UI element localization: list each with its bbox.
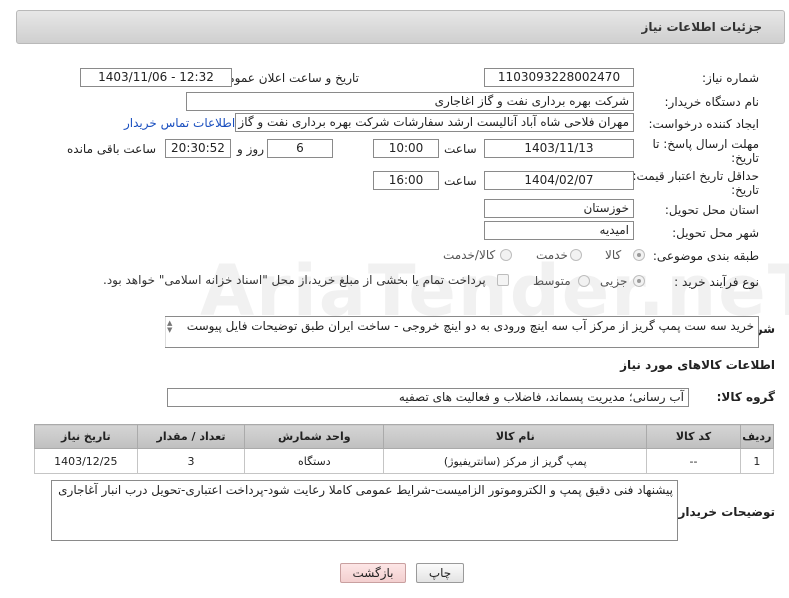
creator-field: مهران فلاحی شاه آباد آنالیست ارشد سفارشا… — [235, 113, 634, 132]
purchase-option-medium: متوسط — [533, 274, 571, 288]
validity-date-field: 1404/02/07 — [484, 171, 634, 190]
purchase-radio-medium[interactable] — [578, 275, 590, 287]
col-qty: تعداد / مقدار — [136, 424, 246, 449]
col-row: ردیف — [739, 424, 775, 449]
deadline-label-date: تاریخ: — [731, 151, 759, 165]
days-remaining-field: 6 — [267, 139, 333, 158]
creator-label: ایجاد کننده درخواست: — [648, 117, 759, 131]
need-number-label: شماره نیاز: — [702, 71, 759, 85]
scroll-down-icon[interactable]: ▼ — [167, 326, 172, 334]
days-label: روز و — [237, 142, 264, 156]
category-radio-service[interactable] — [570, 249, 582, 261]
col-date: تاریخ نیاز — [34, 424, 138, 449]
purchase-type-label: نوع فرآیند خرید : — [674, 275, 759, 289]
category-radio-goods-service[interactable] — [500, 249, 512, 261]
category-radio-goods[interactable] — [633, 249, 645, 261]
col-unit: واحد شمارش — [244, 424, 385, 449]
need-number-field: 1103093228002470 — [484, 68, 634, 87]
purchase-radio-minor[interactable] — [633, 275, 645, 287]
cell-date: 1403/12/25 — [34, 448, 138, 474]
treasury-note: پرداخت تمام یا بخشی از مبلغ خرید،از محل … — [103, 273, 486, 287]
category-option-goods-service: کالا/خدمت — [443, 248, 496, 262]
goods-group-label: گروه کالا: — [716, 390, 775, 404]
validity-label-date: تاریخ: — [731, 183, 759, 197]
city-field: امیدیه — [484, 221, 634, 240]
cell-qty: 3 — [136, 448, 246, 474]
remaining-time-field: 20:30:52 — [165, 139, 231, 158]
goods-section-title: اطلاعات کالاهای مورد نیاز — [620, 358, 775, 372]
deadline-date-field: 1403/11/13 — [484, 139, 634, 158]
category-option-goods: کالا — [605, 248, 622, 262]
goods-table: ردیف کد کالا نام کالا واحد شمارش تعداد /… — [34, 424, 775, 474]
cell-name: پمپ گریز از مرکز (سانتریفیوژ) — [383, 448, 648, 474]
validity-time-field: 16:00 — [373, 171, 439, 190]
buyer-notes-label: توضیحات خریدار: — [673, 505, 775, 519]
description-scrollbar[interactable]: ▲ ▼ — [165, 317, 175, 347]
page-title: جزئیات اطلاعات نیاز — [16, 10, 785, 44]
description-text: خرید سه ست پمپ گریز از مرکز آب سه اینچ و… — [186, 319, 754, 333]
treasury-checkbox[interactable] — [497, 274, 509, 286]
print-button[interactable]: چاپ — [416, 563, 464, 583]
buyer-contact-link[interactable]: اطلاعات تماس خریدار — [124, 116, 235, 130]
goods-group-field: آب رسانی؛ مدیریت پسماند، فاضلاب و فعالیت… — [167, 388, 689, 407]
buyer-field: شرکت بهره برداری نفت و گاز اغاجاری — [186, 92, 634, 111]
col-name: نام کالا — [383, 424, 648, 449]
cell-row: 1 — [739, 448, 775, 474]
description-field: خرید سه ست پمپ گریز از مرکز آب سه اینچ و… — [165, 316, 759, 348]
back-button[interactable]: بازگشت — [340, 563, 406, 583]
remaining-label: ساعت باقی مانده — [67, 142, 157, 156]
announce-field: 1403/11/06 - 12:32 — [80, 68, 232, 87]
buyer-notes-text: پیشنهاد فنی دقیق پمپ و الکتروموتور الزام… — [58, 483, 673, 497]
city-label: شهر محل تحویل: — [672, 226, 759, 240]
col-code: کد کالا — [646, 424, 741, 449]
announce-label: تاریخ و ساعت اعلان عمومی: — [214, 71, 359, 85]
buyer-label: نام دستگاه خریدار: — [664, 95, 760, 109]
table-row: 1 -- پمپ گریز از مرکز (سانتریفیوژ) دستگا… — [34, 448, 775, 474]
cell-code: -- — [646, 448, 741, 474]
deadline-time-label: ساعت — [444, 142, 477, 156]
goods-table-header: ردیف کد کالا نام کالا واحد شمارش تعداد /… — [34, 424, 775, 449]
province-label: استان محل تحویل: — [664, 203, 759, 217]
validity-time-label: ساعت — [444, 174, 477, 188]
category-option-service: خدمت — [536, 248, 568, 262]
cell-unit: دستگاه — [244, 448, 385, 474]
deadline-time-field: 10:00 — [373, 139, 439, 158]
buyer-notes-field: پیشنهاد فنی دقیق پمپ و الکتروموتور الزام… — [51, 480, 678, 541]
province-field: خوزستان — [484, 199, 634, 218]
deadline-label: مهلت ارسال پاسخ: تا — [652, 137, 759, 151]
validity-label: حداقل تاریخ اعتبار قیمت: تا — [621, 169, 759, 183]
category-label: طبقه بندی موضوعی: — [652, 249, 759, 263]
purchase-option-minor: جزیی — [600, 274, 628, 288]
